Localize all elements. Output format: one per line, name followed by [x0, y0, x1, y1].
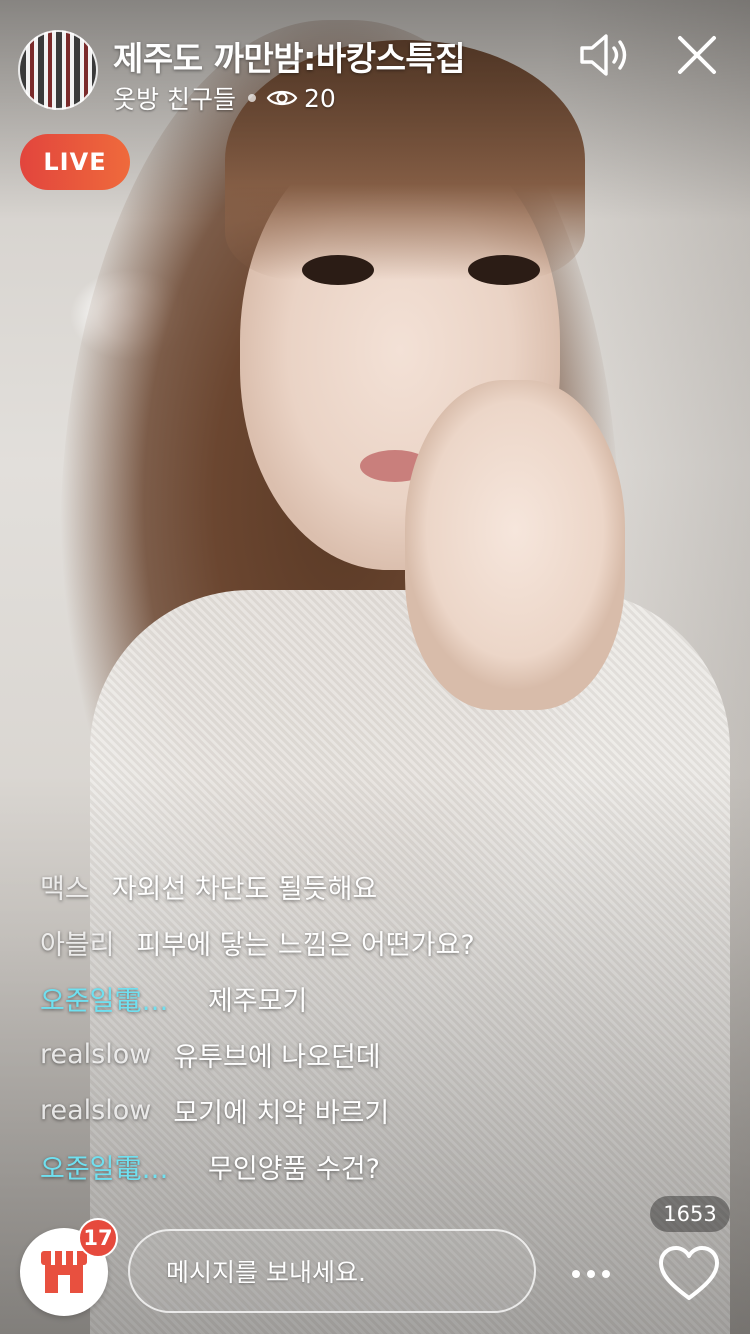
eye-icon — [266, 90, 298, 106]
chat-text: 모기에 치약 바르기 — [173, 1097, 390, 1129]
chat-message: 오준일電… 무인양품 수건? — [40, 1138, 700, 1194]
store-icon — [41, 1251, 87, 1293]
separator-dot — [247, 94, 256, 102]
chat-text: 피부에 닿는 느낌은 어떤가요? — [136, 929, 475, 961]
like-count: 1653 — [650, 1196, 730, 1232]
heart-icon[interactable] — [656, 1244, 722, 1304]
chat-text: 제주모기 — [208, 985, 308, 1017]
chat-username[interactable]: 맥스 — [40, 867, 90, 906]
chat-username[interactable]: realslow — [40, 1039, 151, 1070]
store-count-badge: 17 — [78, 1218, 118, 1258]
more-dots-icon[interactable] — [566, 1254, 616, 1294]
chat-message: realslow 모기에 치약 바르기 — [40, 1082, 700, 1138]
chat-username[interactable]: 아블리 — [40, 923, 115, 962]
broadcast-subline: 옷방 친구들 20 — [113, 80, 336, 116]
message-placeholder: 메시지를 보내세요. — [166, 1258, 366, 1287]
viewer-count: 20 — [303, 83, 336, 113]
chat-text: 유투브에 나오던데 — [173, 1041, 381, 1073]
message-input[interactable]: 메시지를 보내세요. — [128, 1229, 536, 1313]
close-icon[interactable] — [670, 28, 724, 82]
chat-message: realslow 유투브에 나오던데 — [40, 1026, 700, 1082]
chat-text: 자외선 차단도 될듯해요 — [111, 873, 378, 905]
chat-text: 무인양품 수건? — [208, 1153, 380, 1185]
chat-username[interactable]: realslow — [40, 1095, 151, 1126]
chat-username[interactable]: 오준일電… — [40, 1147, 188, 1186]
chat-message: 맥스 자외선 차단도 될듯해요 — [40, 858, 700, 914]
live-badge: LIVE — [20, 134, 130, 190]
chat-username[interactable]: 오준일電… — [40, 979, 188, 1018]
broadcast-title: 제주도 까만밤:바캉스특집 — [113, 39, 466, 78]
broadcast-header: 제주도 까만밤:바캉스특집 옷방 친구들 20 — [0, 0, 750, 140]
chat-message: 오준일電… 제주모기 — [40, 970, 700, 1026]
chat-feed: 맥스 자외선 차단도 될듯해요아블리 피부에 닿는 느낌은 어떤가요? 오준일電… 제주… — [40, 858, 700, 1194]
chat-message: 아블리 피부에 닿는 느낌은 어떤가요? — [40, 914, 700, 970]
video-eye-right — [468, 255, 540, 285]
speaker-icon[interactable] — [576, 30, 632, 80]
channel-avatar[interactable] — [18, 30, 98, 110]
channel-name[interactable]: 옷방 친구들 — [113, 80, 236, 116]
video-hand — [405, 380, 625, 710]
video-eye-left — [302, 255, 374, 285]
